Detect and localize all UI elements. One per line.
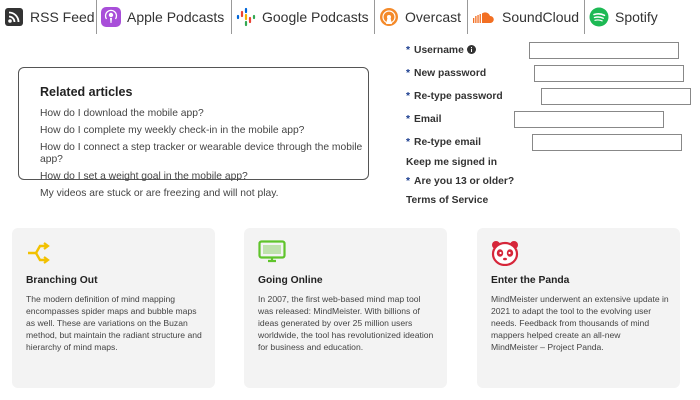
soundcloud-link[interactable]: SoundCloud <box>468 0 585 34</box>
apple-podcasts-label: Apple Podcasts <box>127 9 225 25</box>
username-row: * Username <box>406 42 700 65</box>
new-password-label-text: New password <box>414 68 487 79</box>
related-article-link[interactable]: How do I complete my weekly check-in in … <box>40 125 304 136</box>
spotify-label: Spotify <box>615 9 658 25</box>
age-check-option[interactable]: * Are you 13 or older? <box>406 176 700 195</box>
retype-password-label: * Re-type password <box>406 91 503 102</box>
google-podcasts-icon <box>236 7 256 27</box>
card-body: The modern definition of mind mapping en… <box>26 294 202 353</box>
related-articles-list: How do I download the mobile app? How do… <box>40 108 365 205</box>
retype-email-input[interactable] <box>532 134 682 151</box>
retype-password-label-text: Re-type password <box>414 91 503 102</box>
list-item: How do I download the mobile app? <box>40 108 365 120</box>
card-title: Enter the Panda <box>491 275 570 286</box>
spotify-link[interactable]: Spotify <box>585 0 697 34</box>
soundcloud-label: SoundCloud <box>502 9 580 25</box>
retype-password-row: * Re-type password <box>406 88 700 111</box>
spotify-icon <box>589 7 609 27</box>
feature-card-enter-the-panda: Enter the Panda MindMeister underwent an… <box>477 228 680 388</box>
info-icon[interactable] <box>466 45 476 54</box>
list-item: My videos are stuck or are freezing and … <box>40 188 365 200</box>
retype-email-label: * Re-type email <box>406 137 481 148</box>
list-item: How do I connect a step tracker or weara… <box>40 142 365 166</box>
card-body: MindMeister underwent an extensive updat… <box>491 294 669 353</box>
username-label-text: Username <box>414 45 464 56</box>
google-podcasts-link[interactable]: Google Podcasts <box>232 0 375 34</box>
branching-icon <box>26 240 52 266</box>
list-item: How do I set a weight goal in the mobile… <box>40 171 365 183</box>
new-password-input[interactable] <box>534 65 684 82</box>
retype-password-input[interactable] <box>541 88 691 105</box>
podcast-links-bar: RSS Feed Apple Podcasts Google Podcasts … <box>0 0 700 34</box>
card-body: In 2007, the first web-based mind map to… <box>258 294 434 353</box>
apple-podcasts-icon <box>101 7 121 27</box>
required-mark: * <box>406 68 411 79</box>
required-mark: * <box>406 91 411 102</box>
username-input[interactable] <box>529 42 679 59</box>
rss-feed-link[interactable]: RSS Feed <box>0 0 97 34</box>
signup-form: * Username * New password * Re-type passwor… <box>406 42 700 214</box>
overcast-icon <box>379 7 399 27</box>
overcast-label: Overcast <box>405 9 462 25</box>
rss-feed-label: RSS Feed <box>30 9 95 25</box>
email-label: * Email <box>406 114 442 125</box>
username-label: * Username <box>406 45 476 56</box>
panda-icon <box>491 240 519 267</box>
monitor-icon <box>258 240 286 266</box>
new-password-row: * New password <box>406 65 700 88</box>
retype-email-label-text: Re-type email <box>414 137 481 148</box>
card-title: Going Online <box>258 275 323 286</box>
terms-of-service-link[interactable]: Terms of Service <box>406 195 700 214</box>
keep-signed-in-option[interactable]: Keep me signed in <box>406 157 700 176</box>
google-podcasts-label: Google Podcasts <box>262 9 369 25</box>
required-mark: * <box>406 137 411 148</box>
new-password-label: * New password <box>406 68 486 79</box>
required-mark: * <box>406 176 411 187</box>
card-title: Branching Out <box>26 275 98 286</box>
related-article-link[interactable]: How do I connect a step tracker or weara… <box>40 142 362 165</box>
email-input[interactable] <box>514 111 664 128</box>
rss-icon <box>4 7 24 27</box>
related-article-link[interactable]: My videos are stuck or are freezing and … <box>40 188 278 199</box>
required-mark: * <box>406 114 411 125</box>
feature-card-branching-out: Branching Out The modern definition of m… <box>12 228 215 388</box>
overcast-link[interactable]: Overcast <box>375 0 468 34</box>
apple-podcasts-link[interactable]: Apple Podcasts <box>97 0 232 34</box>
soundcloud-icon <box>472 7 496 27</box>
email-label-text: Email <box>414 114 442 125</box>
required-mark: * <box>406 45 411 56</box>
age-check-label: Are you 13 or older? <box>414 176 515 187</box>
feature-card-going-online: Going Online In 2007, the first web-base… <box>244 228 447 388</box>
email-row: * Email <box>406 111 700 134</box>
retype-email-row: * Re-type email <box>406 134 700 157</box>
related-articles-title: Related articles <box>40 85 133 99</box>
list-item: How do I complete my weekly check-in in … <box>40 125 365 137</box>
related-article-link[interactable]: How do I download the mobile app? <box>40 108 204 119</box>
related-article-link[interactable]: How do I set a weight goal in the mobile… <box>40 171 248 182</box>
